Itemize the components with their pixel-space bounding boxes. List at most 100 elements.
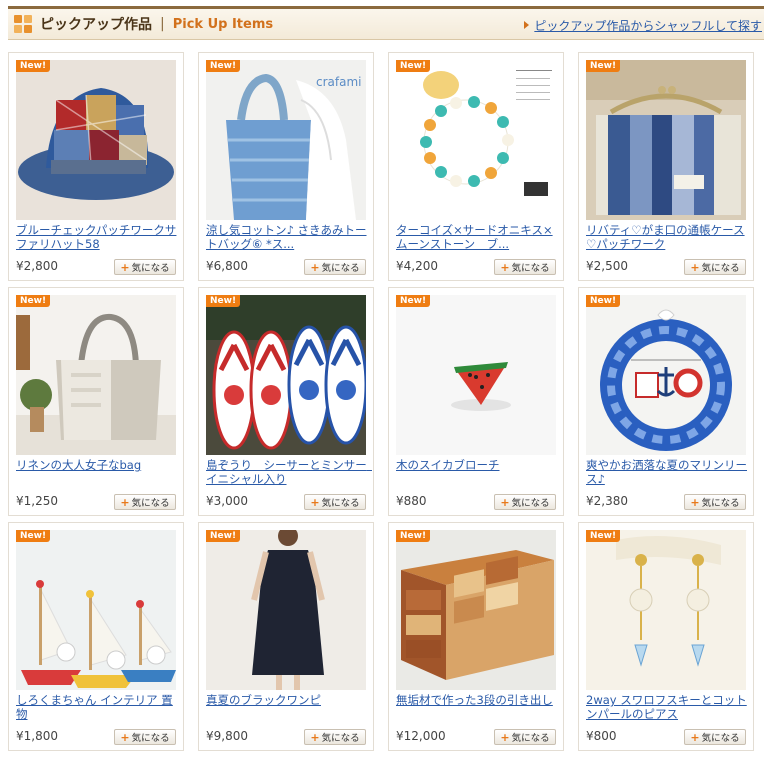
plus-icon: + [690, 495, 700, 509]
item-card[interactable]: crafami New! 涼し気コットン♪ さきあみトートバッグ⑥ *ス... … [198, 52, 374, 281]
item-title[interactable]: ブルーチェックパッチワークサファリハット58 [16, 223, 182, 253]
like-button[interactable]: + 気になる [114, 494, 176, 510]
like-label: 気になる [321, 733, 360, 744]
item-image-marine-wreath[interactable]: New! [586, 295, 746, 455]
like-label: 気になる [701, 263, 740, 274]
item-card[interactable]: New! 木のスイカブローチ ¥880 + 気になる [388, 287, 564, 516]
item-price: ¥2,800 [16, 259, 58, 273]
like-label: 気になる [131, 498, 170, 509]
item-title[interactable]: リネンの大人女子なbag [16, 458, 182, 488]
like-button[interactable]: + 気になる [304, 259, 366, 275]
item-card[interactable]: New! しろくまちゃん インテリア 置物 ¥1,800 + 気になる [8, 522, 184, 751]
like-button[interactable]: + 気になる [114, 259, 176, 275]
item-card[interactable]: New! 爽やかお洒落な夏のマリンリース♪ ¥2,380 + 気になる [578, 287, 754, 516]
item-title[interactable]: 真夏のブラックワンピ [206, 693, 372, 723]
item-title[interactable]: 涼し気コットン♪ さきあみトートバッグ⑥ *ス... [206, 223, 372, 253]
like-button[interactable]: + 気になる [304, 494, 366, 510]
new-badge: New! [396, 295, 431, 307]
like-button[interactable]: + 気になる [684, 259, 746, 275]
like-button[interactable]: + 気になる [114, 729, 176, 745]
item-title[interactable]: リバティ♡がま口の通帳ケース♡パッチワーク [586, 223, 752, 253]
item-price: ¥800 [586, 729, 617, 743]
section-title: ピックアップ作品 [40, 17, 152, 33]
item-price: ¥9,800 [206, 729, 248, 743]
item-title[interactable]: 島ぞうり シーサーとミンサー イニシャル入り [206, 458, 372, 488]
new-badge: New! [586, 530, 621, 542]
like-label: 気になる [511, 263, 550, 274]
grid-icon [14, 15, 32, 33]
like-button[interactable]: + 気になる [684, 494, 746, 510]
item-image-polar-bear-boats[interactable]: New! [16, 530, 176, 690]
title-separator: | [160, 16, 165, 32]
item-title[interactable]: 木のスイカブローチ [396, 458, 562, 488]
item-title[interactable]: 爽やかお洒落な夏のマリンリース♪ [586, 458, 752, 488]
item-card[interactable]: New! リバティ♡がま口の通帳ケース♡パッチワーク ¥2,500 + 気になる [578, 52, 754, 281]
item-price: ¥12,000 [396, 729, 446, 743]
item-title[interactable]: ターコイズ×サードオニキス×ムーンストーン ブ... [396, 223, 562, 253]
item-card[interactable]: New! リネンの大人女子なbag ¥1,250 + 気になる [8, 287, 184, 516]
item-price: ¥2,500 [586, 259, 628, 273]
item-image-linen-bag[interactable]: New! [16, 295, 176, 455]
item-card[interactable]: New! 真夏のブラックワンピ ¥9,800 + 気になる [198, 522, 374, 751]
plus-icon: + [690, 260, 700, 274]
item-price: ¥1,800 [16, 729, 58, 743]
like-button[interactable]: + 気になる [494, 494, 556, 510]
like-label: 気になる [321, 498, 360, 509]
pickup-header: ピックアップ作品 | Pick Up Items ピックアップ作品からシャッフル… [8, 6, 764, 40]
new-badge: New! [206, 295, 241, 307]
item-image-watermelon-brooch[interactable]: New! [396, 295, 556, 455]
item-card[interactable]: New! 島ぞうり シーサーとミンサー イニシャル入り ¥3,000 + 気になる [198, 287, 374, 516]
item-price: ¥3,000 [206, 494, 248, 508]
plus-icon: + [120, 495, 130, 509]
like-label: 気になる [701, 498, 740, 509]
plus-icon: + [310, 730, 320, 744]
plus-icon: + [310, 495, 320, 509]
like-label: 気になる [131, 733, 170, 744]
item-card[interactable]: New! ターコイズ×サードオニキス×ムーンストーン ブ... ¥4,200 +… [388, 52, 564, 281]
item-price: ¥6,800 [206, 259, 248, 273]
item-image-wooden-drawers[interactable]: New! [396, 530, 556, 690]
item-title[interactable]: 2way スワロフスキーとコットンパールのピアス [586, 693, 752, 723]
item-price: ¥4,200 [396, 259, 438, 273]
section-subtitle: Pick Up Items [172, 16, 274, 32]
plus-icon: + [500, 260, 510, 274]
new-badge: New! [16, 530, 51, 542]
new-badge: New! [586, 60, 621, 72]
item-image-turquoise-bracelet[interactable]: New! [396, 60, 556, 220]
new-badge: New! [586, 295, 621, 307]
item-image-pearl-earrings[interactable]: New! [586, 530, 746, 690]
like-button[interactable]: + 気になる [684, 729, 746, 745]
plus-icon: + [690, 730, 700, 744]
new-badge: New! [396, 530, 431, 542]
item-image-black-dress[interactable]: New! [206, 530, 366, 690]
plus-icon: + [310, 260, 320, 274]
item-title[interactable]: しろくまちゃん インテリア 置物 [16, 693, 182, 723]
plus-icon: + [500, 495, 510, 509]
item-card[interactable]: New! 2way スワロフスキーとコットンパールのピアス ¥800 + 気になる [578, 522, 754, 751]
like-label: 気になる [511, 733, 550, 744]
like-label: 気になる [511, 498, 550, 509]
plus-icon: + [500, 730, 510, 744]
plus-icon: + [120, 730, 130, 744]
item-card[interactable]: New! ブルーチェックパッチワークサファリハット58 ¥2,800 + 気になる [8, 52, 184, 281]
item-image-blue-tote-bag[interactable]: crafami New! [206, 60, 366, 220]
item-image-liberty-pouch[interactable]: New! [586, 60, 746, 220]
item-price: ¥1,250 [16, 494, 58, 508]
shuffle-link[interactable]: ピックアップ作品からシャッフルして探す [524, 17, 762, 34]
like-button[interactable]: + 気になる [494, 259, 556, 275]
plus-icon: + [120, 260, 130, 274]
item-title[interactable]: 無垢材で作った3段の引き出し [396, 693, 562, 723]
like-label: 気になる [701, 733, 740, 744]
like-label: 気になる [131, 263, 170, 274]
new-badge: New! [396, 60, 431, 72]
like-button[interactable]: + 気になる [304, 729, 366, 745]
item-card[interactable]: New! 無垢材で作った3段の引き出し ¥12,000 + 気になる [388, 522, 564, 751]
like-button[interactable]: + 気になる [494, 729, 556, 745]
item-price: ¥2,380 [586, 494, 628, 508]
item-price: ¥880 [396, 494, 427, 508]
new-badge: New! [16, 295, 51, 307]
crafami-watermark: crafami [316, 75, 362, 89]
new-badge: New! [16, 60, 51, 72]
item-image-patchwork-hat[interactable]: New! [16, 60, 176, 220]
item-image-shima-zouri-sandals[interactable]: New! [206, 295, 366, 455]
